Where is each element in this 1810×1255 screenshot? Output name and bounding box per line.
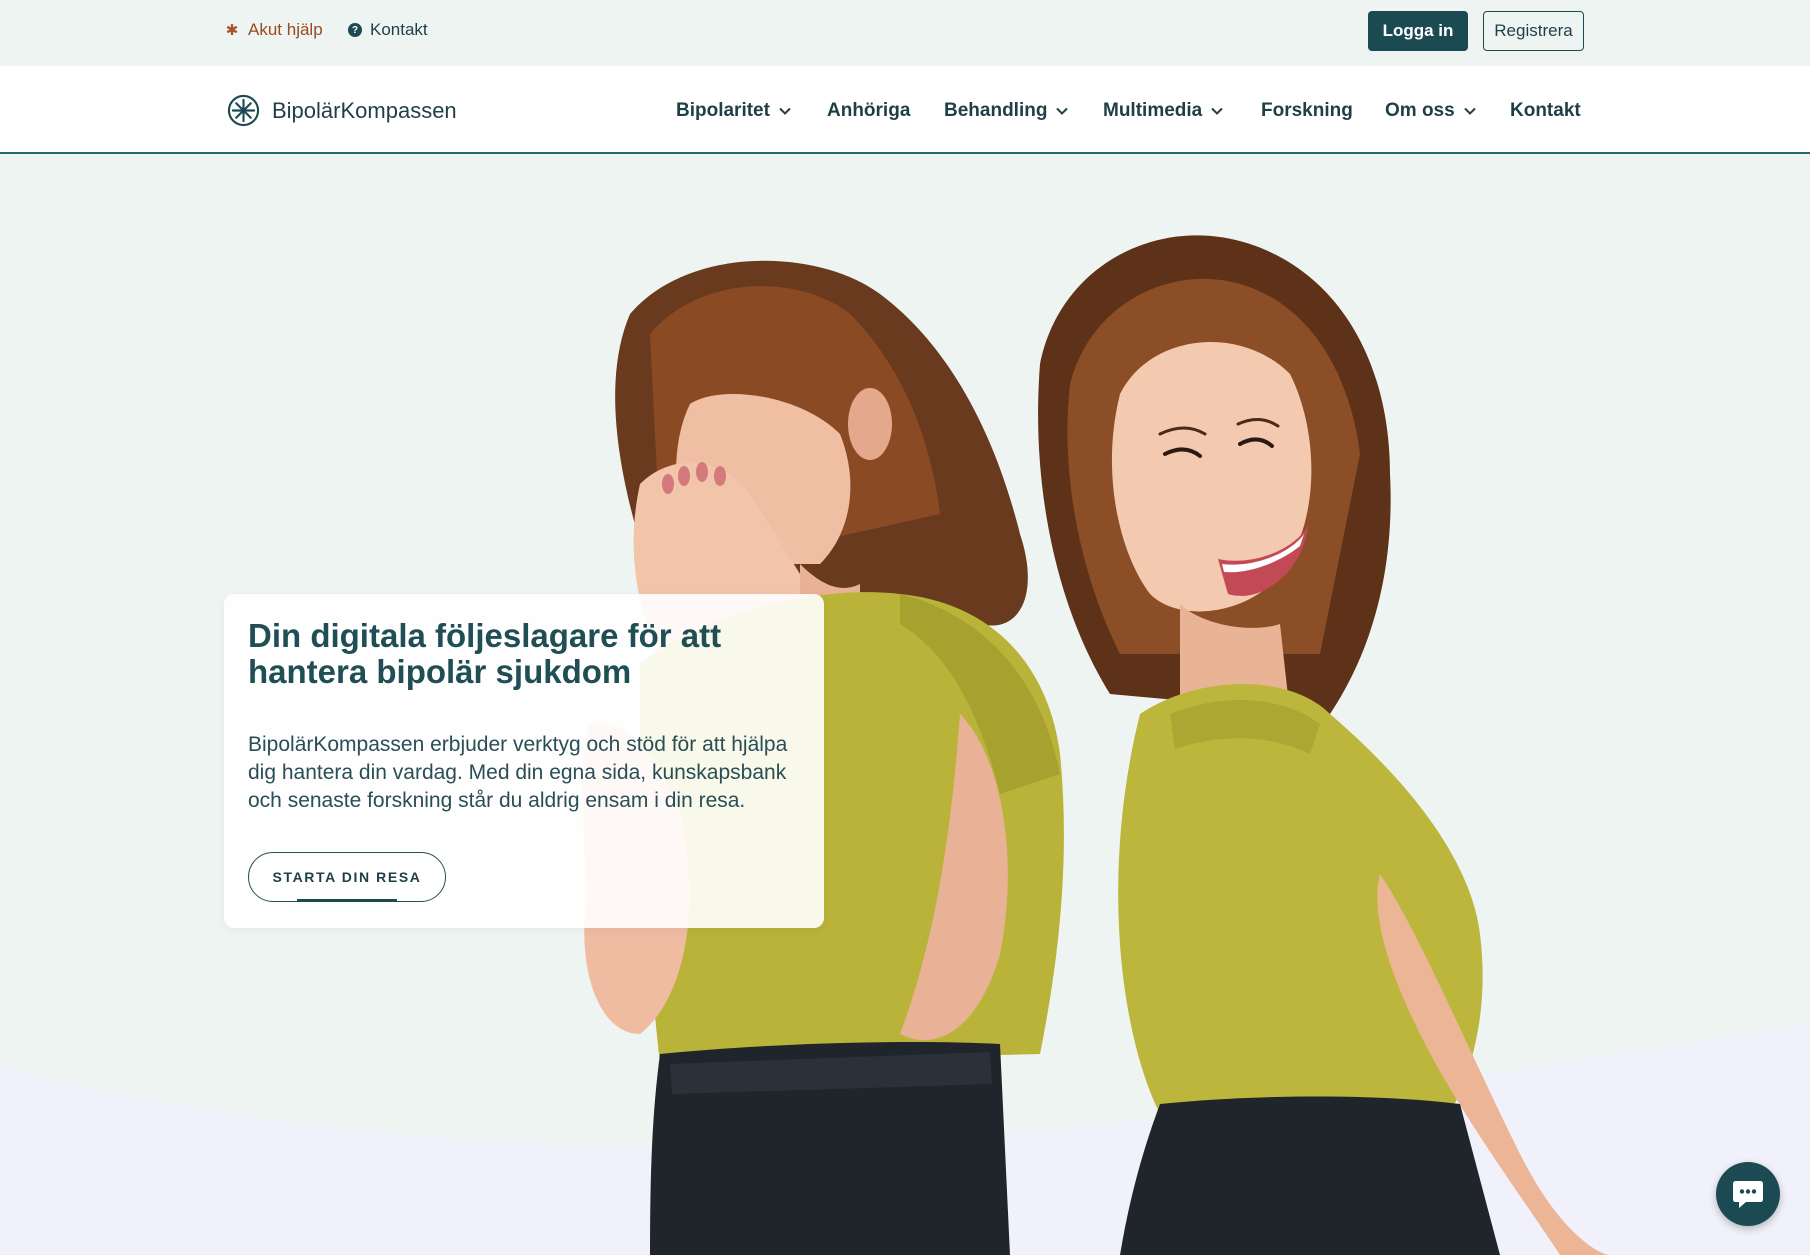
start-journey-label: STARTA DIN RESA (272, 869, 422, 885)
right-woman-figure (1038, 235, 1610, 1255)
login-button[interactable]: Logga in (1368, 11, 1468, 51)
nav-label: Anhöriga (827, 100, 911, 121)
chevron-down-icon (1463, 107, 1476, 115)
asterisk-icon: ✱ (225, 22, 239, 39)
utility-bar: ✱ Akut hjälp ? Kontakt Logga in Registre… (0, 0, 1810, 66)
nav-kontakt[interactable]: Kontakt (1510, 100, 1581, 122)
nav-label: Multimedia (1103, 100, 1203, 121)
nav-forskning[interactable]: Forskning (1261, 100, 1353, 122)
compass-icon (227, 94, 260, 127)
nav-label: Behandling (944, 100, 1048, 121)
akut-hjalp-label: Akut hjälp (248, 20, 323, 39)
chevron-down-icon (1056, 107, 1069, 115)
akut-hjalp-link[interactable]: ✱ Akut hjälp (224, 20, 323, 40)
brand-name: BipolärKompassen (272, 97, 457, 123)
hero-description: BipolärKompassen erbjuder verktyg och st… (248, 733, 788, 812)
chevron-down-icon (1211, 107, 1223, 115)
hero-card: Din digitala följeslagare för att hanter… (224, 594, 824, 928)
nav-label: Bipolaritet (676, 100, 770, 121)
chat-bubble-icon (1733, 1181, 1763, 1208)
chat-widget-button[interactable] (1716, 1162, 1780, 1226)
kontakt-top-link[interactable]: ? Kontakt (348, 20, 428, 40)
nav-label: Om oss (1385, 100, 1455, 121)
nav-bipolaritet[interactable]: Bipolaritet (676, 100, 792, 122)
button-underline-accent (297, 899, 397, 902)
nav-om-oss[interactable]: Om oss (1385, 100, 1477, 122)
hero-section: Din digitala följeslagare för att hanter… (0, 154, 1810, 1255)
register-button[interactable]: Registrera (1483, 11, 1584, 51)
nav-behandling[interactable]: Behandling (944, 100, 1069, 122)
hero-title: Din digitala följeslagare för att hanter… (248, 617, 722, 690)
start-journey-button[interactable]: STARTA DIN RESA (248, 852, 446, 902)
nav-label: Forskning (1261, 100, 1353, 121)
question-circle-icon: ? (348, 23, 362, 37)
nav-anhoriga[interactable]: Anhöriga (827, 100, 910, 122)
brand-logo-link[interactable]: BipolärKompassen (227, 94, 457, 127)
main-navbar: BipolärKompassen Bipolaritet Anhöriga Be… (0, 66, 1810, 154)
nav-label: Kontakt (1510, 100, 1581, 121)
kontakt-top-label: Kontakt (370, 20, 428, 39)
chevron-down-icon (779, 107, 791, 115)
nav-multimedia[interactable]: Multimedia (1103, 100, 1224, 122)
